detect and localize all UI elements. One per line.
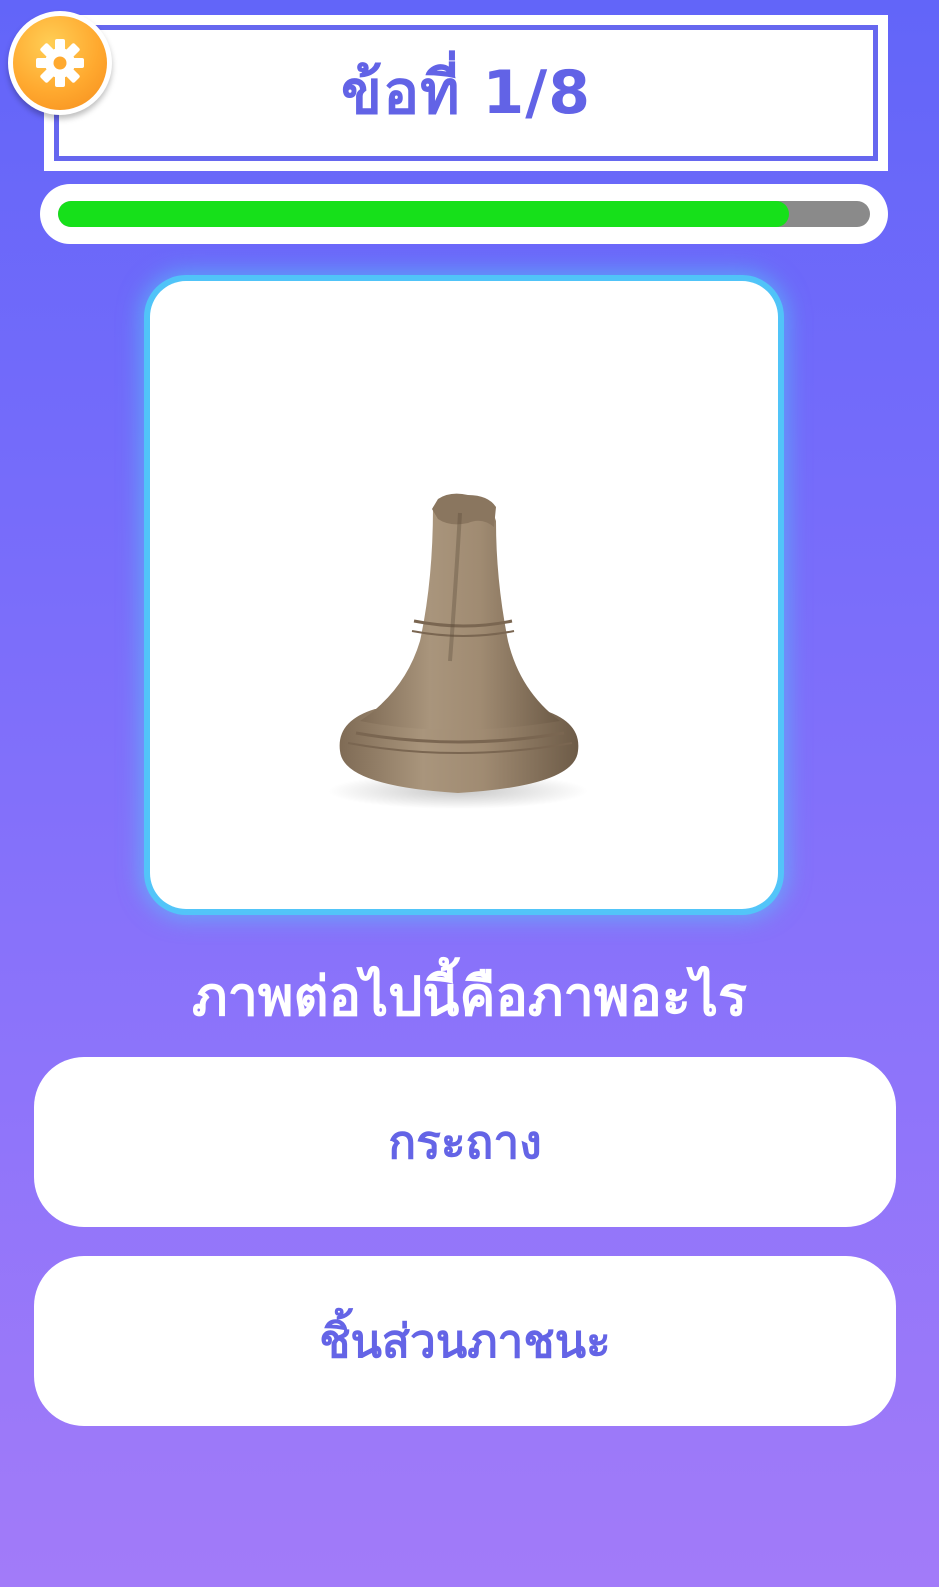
progress-bar	[40, 184, 888, 244]
question-counter: ข้อที่ 1/8	[341, 58, 591, 128]
answer-option-2[interactable]: ชิ้นส่วนภาชนะ	[34, 1256, 896, 1426]
question-counter-frame: ข้อที่ 1/8	[54, 25, 878, 161]
settings-button[interactable]	[8, 11, 112, 115]
progress-bar-track	[58, 201, 870, 227]
gear-icon	[36, 39, 84, 87]
progress-bar-fill	[58, 201, 789, 227]
question-image-card	[150, 281, 778, 909]
answer-option-1[interactable]: กระถาง	[34, 1057, 896, 1227]
question-text: ภาพต่อไปนี้คือภาพอะไร	[191, 965, 748, 1028]
clay-vessel-image	[328, 493, 588, 809]
answer-option-label: ชิ้นส่วนภาชนะ	[319, 1313, 611, 1368]
question-counter-panel: ข้อที่ 1/8	[44, 15, 888, 171]
settings-button-face	[13, 16, 107, 110]
answer-option-label: กระถาง	[388, 1114, 542, 1169]
